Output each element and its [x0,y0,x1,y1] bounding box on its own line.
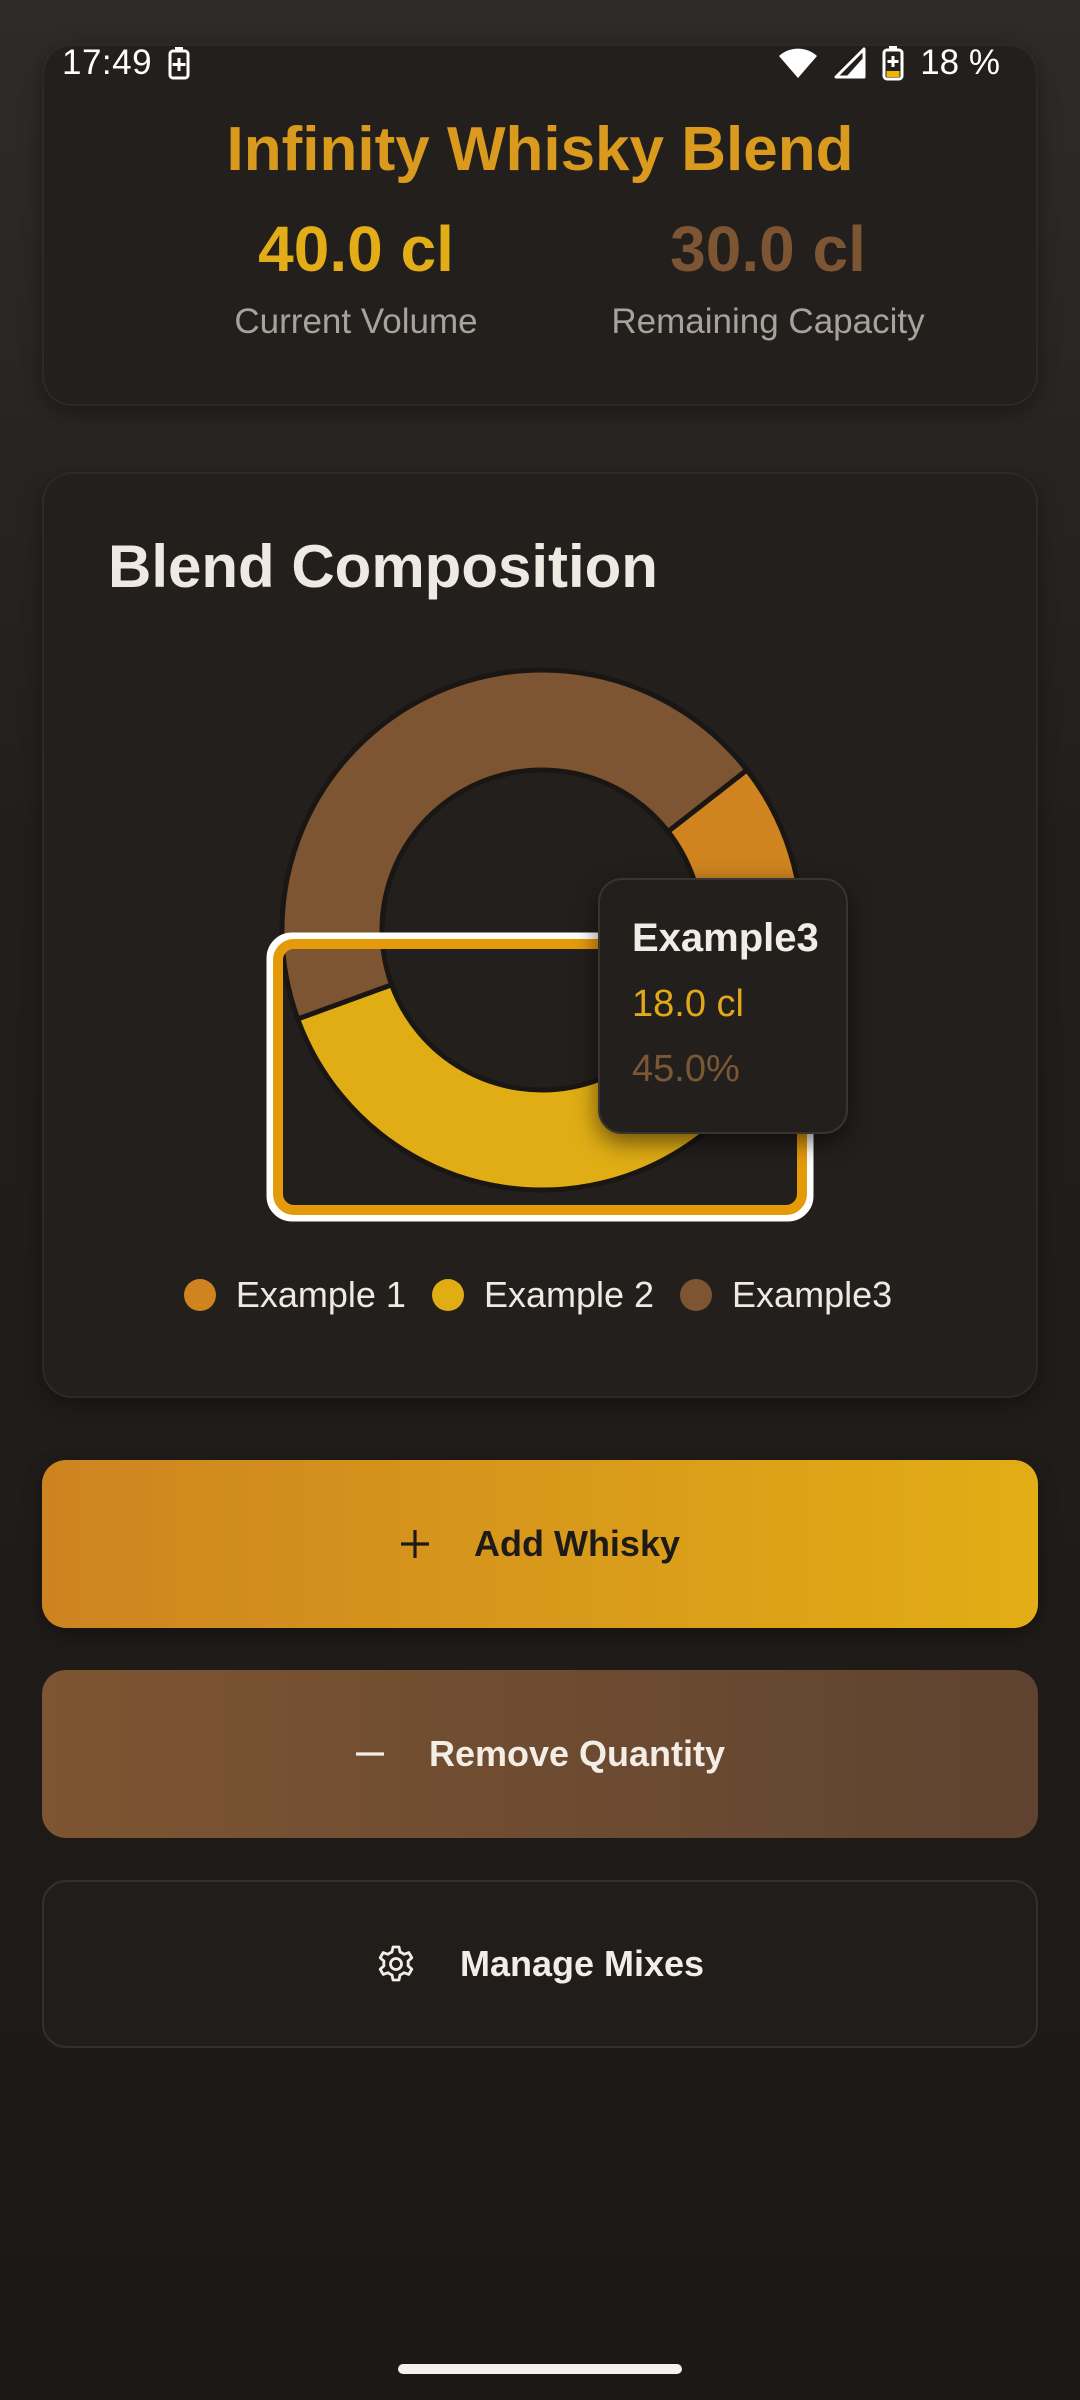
app-screen: 17:49 18 % Infinity Whisky Blend 40.0 cl… [0,0,1080,2400]
legend-item-example3[interactable]: Example3 [680,1274,892,1316]
slice-tooltip: Example3 18.0 cl 45.0% [598,878,848,1134]
current-volume-stat: 40.0 cl Current Volume [156,212,556,342]
chart-legend: Example 1 Example 2 Example3 [44,1274,1036,1316]
remove-quantity-label: Remove Quantity [428,1733,726,1774]
tooltip-name: Example3 [632,916,819,960]
remaining-capacity-label: Remaining Capacity [611,302,925,341]
minus-icon [355,1739,385,1769]
status-right: 18 % [778,43,1000,83]
status-time: 17:49 [62,43,153,82]
legend-label: Example3 [732,1274,893,1315]
home-indicator[interactable] [398,2364,682,2374]
legend-dot [183,1279,216,1311]
legend-label: Example 1 [235,1274,406,1315]
tooltip-percent: 45.0% [632,1048,740,1090]
manage-mixes-button[interactable]: Manage Mixes [42,1880,1038,2048]
current-volume-value: 40.0 cl [258,213,454,285]
add-whisky-button[interactable]: Add Whisky [42,1460,1038,1628]
battery-icon [882,45,904,81]
battery-percent: 18 % [920,43,1000,82]
wifi-icon [778,47,818,79]
add-whisky-label: Add Whisky [473,1523,680,1564]
status-left: 17:49 [62,43,190,83]
remaining-capacity-value: 30.0 cl [670,213,866,285]
legend-label: Example 2 [483,1274,655,1315]
status-bar: 17:49 18 % [0,0,1080,126]
plus-icon [400,1529,430,1559]
battery-saver-icon [168,46,190,80]
remaining-capacity-stat: 30.0 cl Remaining Capacity [568,212,968,342]
remove-quantity-button[interactable]: Remove Quantity [42,1670,1038,1838]
legend-dot [431,1279,464,1311]
legend-item-example-2[interactable]: Example 2 [431,1274,655,1316]
legend-item-example-1[interactable]: Example 1 [183,1274,406,1316]
manage-mixes-label: Manage Mixes [459,1943,705,1984]
blend-composition-card: Blend Composition Example3 18.0 cl 45.0%… [42,472,1038,1398]
tooltip-value: 18.0 cl [632,983,744,1025]
current-volume-label: Current Volume [234,302,478,341]
legend-dot [680,1279,713,1311]
gear-icon [376,1944,416,1984]
cellular-signal-icon [834,47,866,79]
donut-chart[interactable] [44,474,1040,1400]
